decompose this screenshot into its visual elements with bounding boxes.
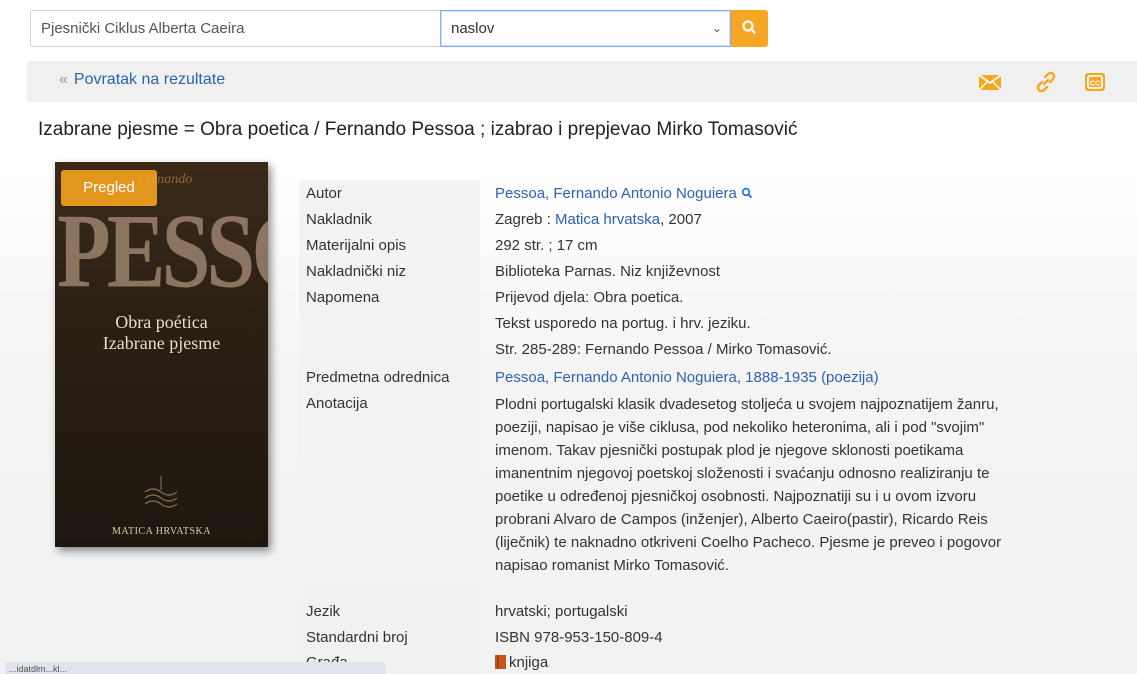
back-link-label: Povratak na rezultate	[73, 71, 226, 88]
field-value-note-2: Tekst usporedo na portug. i hrv. jeziku.	[495, 315, 751, 332]
svg-text:CC: CC	[1090, 79, 1101, 88]
link-icon[interactable]	[1034, 70, 1058, 94]
book-icon	[495, 655, 506, 669]
field-value-series: Biblioteka Parnas. Niz književnost	[495, 263, 721, 280]
search-icon[interactable]	[741, 187, 753, 199]
author-link[interactable]: Pessoa, Fernando Antonio Noguiera	[495, 185, 737, 202]
email-icon[interactable]	[978, 70, 1002, 94]
field-value-material: knjiga	[495, 654, 548, 671]
publisher-link[interactable]: Matica hrvatska	[555, 211, 660, 228]
publisher-year: , 2007	[660, 211, 702, 228]
double-chevron-left-icon: «	[59, 71, 68, 88]
field-value-annotation: Plodni portugalski klasik dvadesetog sto…	[495, 396, 1002, 574]
field-value-publisher: Zagreb : Matica hrvatska, 2007	[495, 211, 702, 228]
field-label-series: Nakladnički niz	[306, 263, 407, 280]
preview-button[interactable]: Pregled	[61, 170, 157, 206]
field-label-language: Jezik	[306, 603, 341, 620]
cover-ornament-icon	[144, 476, 178, 508]
field-value-author[interactable]: Pessoa, Fernando Antonio Noguiera	[495, 185, 753, 202]
search-button[interactable]	[731, 10, 768, 47]
result-nav-bar: « Povratak na rezultate CC	[27, 61, 1137, 102]
cover-subtitle-1: Obra poética	[115, 312, 208, 332]
field-value-note-3: Str. 285-289: Fernando Pessoa / Mirko To…	[495, 341, 832, 358]
book-cover-image[interactable]: Fernando PESSOA Obra poética Izabrane pj…	[55, 162, 268, 547]
subject-link[interactable]: Pessoa, Fernando Antonio Noguiera, 1888-…	[495, 369, 879, 386]
back-to-results-link[interactable]: « Povratak na rezultate	[59, 71, 225, 89]
cover-subtitle-2: Izabrane pjesme	[102, 333, 221, 353]
search-field-select[interactable]: naslov ⌄	[440, 10, 731, 47]
field-label-subject: Predmetna odrednica	[306, 369, 450, 386]
field-label-publisher: Nakladnik	[306, 211, 372, 228]
chevron-down-icon: ⌄	[711, 21, 722, 35]
cover-publisher: MATICA HRVATSKA	[111, 526, 212, 537]
field-label-annotation: Anotacija	[306, 395, 368, 412]
details-labels-column	[299, 180, 480, 674]
record-title: Izabrane pjesme = Obra poetica / Fernand…	[38, 119, 798, 140]
field-value-physical: 292 str. ; 17 cm	[495, 237, 598, 254]
field-value-language: hrvatski; portugalski	[495, 603, 628, 620]
field-value-note-1: Prijevod djela: Obra poetica.	[495, 289, 684, 306]
field-label-author: Autor	[306, 185, 342, 202]
field-value-isbn: ISBN 978-953-150-809-4	[495, 629, 663, 646]
browser-status-bar: ...idatdlm...kl...	[5, 662, 385, 674]
cite-icon[interactable]: CC	[1083, 70, 1107, 94]
field-label-note: Napomena	[306, 289, 380, 306]
publisher-place: Zagreb :	[495, 211, 556, 228]
search-icon	[742, 20, 756, 34]
search-input[interactable]: Pjesnički Ciklus Alberta Caeira	[30, 10, 441, 47]
field-label-physical: Materijalni opis	[306, 237, 407, 254]
material-value-text: knjiga	[509, 654, 549, 671]
field-label-isbn: Standardni broj	[306, 629, 408, 646]
search-field-value: naslov	[451, 20, 495, 37]
cover-author-big: PESSOA	[57, 194, 268, 311]
